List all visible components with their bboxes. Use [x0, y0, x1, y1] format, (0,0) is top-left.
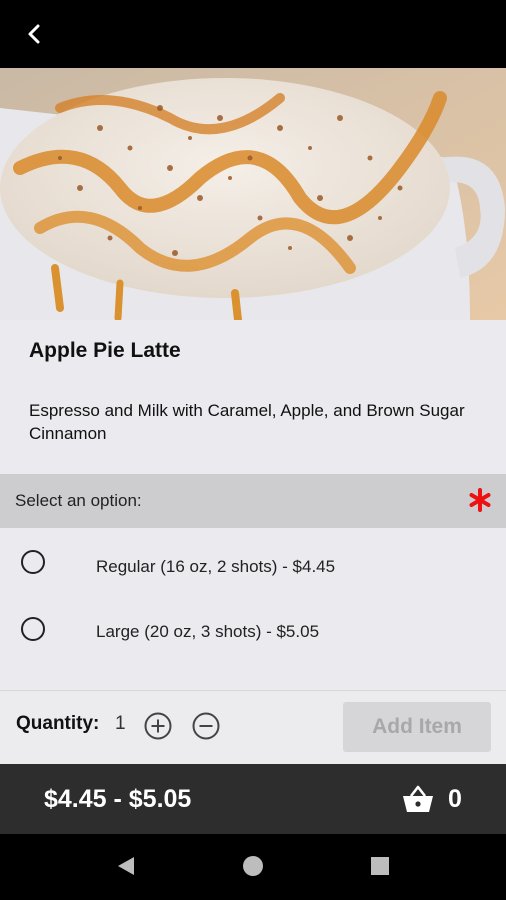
decrement-button[interactable] [191, 711, 221, 741]
recents-square-icon [371, 857, 389, 875]
option-header-label: Select an option: [15, 491, 142, 510]
nav-recents-button[interactable] [365, 851, 395, 881]
item-title: Apple Pie Latte [29, 339, 181, 362]
add-item-button[interactable]: Add Item [343, 702, 491, 752]
quantity-value: 1 [115, 713, 126, 734]
chevron-left-icon [28, 24, 40, 44]
back-button[interactable] [16, 18, 52, 50]
option-regular[interactable]: Regular (16 oz, 2 shots) - $4.45 [0, 532, 506, 592]
plus-circle-icon [144, 712, 172, 740]
product-image [0, 68, 506, 320]
cart-count: 0 [448, 785, 462, 813]
option-large[interactable]: Large (20 oz, 3 shots) - $5.05 [0, 599, 506, 659]
asterisk-icon [467, 484, 493, 516]
option-label-large: Large (20 oz, 3 shots) - $5.05 [96, 622, 320, 641]
nav-home-button[interactable] [238, 851, 268, 881]
back-triangle-icon [118, 857, 134, 875]
home-circle-icon [243, 856, 263, 876]
option-list: Regular (16 oz, 2 shots) - $4.45 Large (… [0, 528, 506, 690]
price-range: $4.45 - $5.05 [44, 785, 192, 813]
top-app-bar [0, 0, 506, 68]
quantity-label: Quantity: [16, 713, 100, 734]
radio-large[interactable] [21, 617, 45, 641]
increment-button[interactable] [143, 711, 173, 741]
option-label-regular: Regular (16 oz, 2 shots) - $4.45 [96, 557, 336, 576]
item-description: Espresso and Milk with Caramel, Apple, a… [29, 401, 465, 443]
nav-back-button[interactable] [111, 851, 141, 881]
minus-circle-icon [192, 712, 220, 740]
radio-regular[interactable] [21, 550, 45, 574]
basket-icon [403, 785, 433, 812]
cart-button[interactable] [400, 783, 436, 815]
